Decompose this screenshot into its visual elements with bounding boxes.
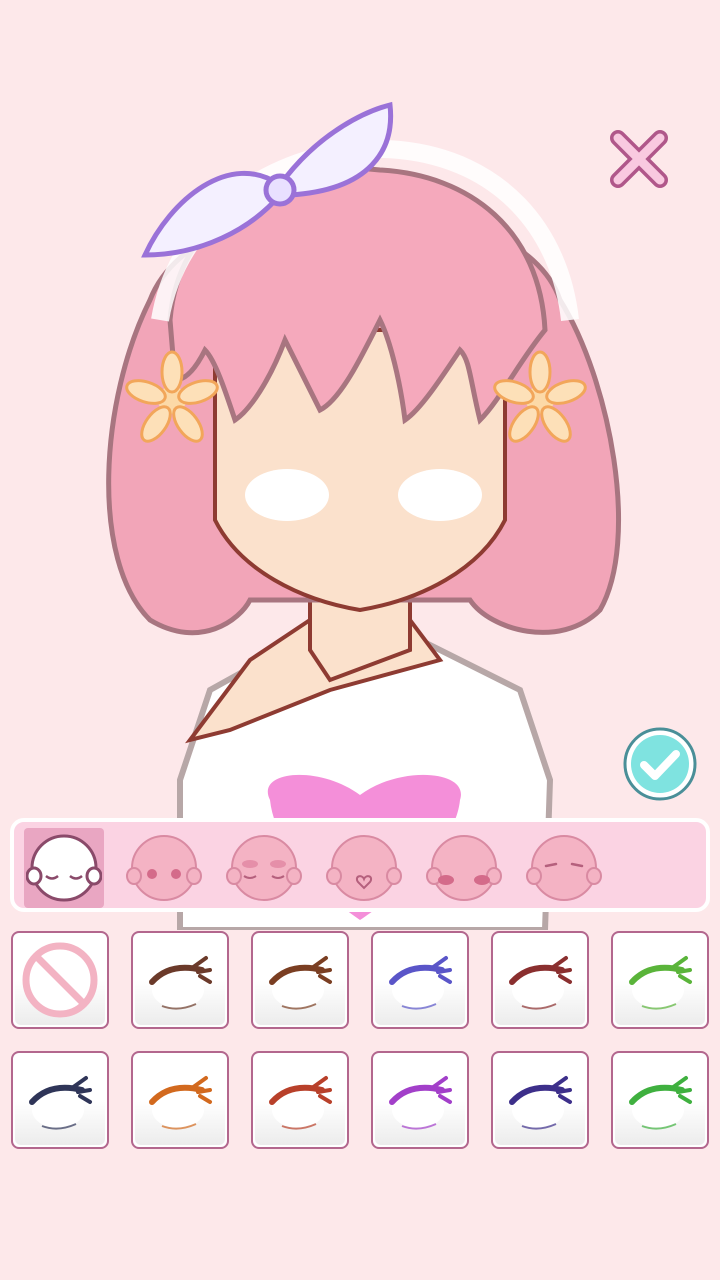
- category-mouth-tab[interactable]: [324, 828, 404, 908]
- eye-style-option[interactable]: [131, 931, 229, 1029]
- avatar-right-eye-socket: [398, 469, 482, 521]
- face-category-bar: [10, 818, 710, 912]
- close-button[interactable]: [606, 126, 672, 192]
- avatar-editor-screen: [0, 0, 720, 1280]
- avatar-left-eye-socket: [245, 469, 329, 521]
- none-icon: [22, 942, 98, 1018]
- eye-style-option[interactable]: [251, 1051, 349, 1149]
- eyelash-icon: [149, 1076, 212, 1130]
- face-mouth-icon: [326, 835, 402, 901]
- face-cheeks-icon: [426, 835, 502, 901]
- face-closed-eyes-icon: [26, 834, 102, 902]
- face-brows-icon: [526, 835, 602, 901]
- category-eyelids-tab[interactable]: [224, 828, 304, 908]
- eyelash-icon: [269, 956, 332, 1010]
- category-brows-tab[interactable]: [524, 828, 604, 908]
- category-eyes-tab[interactable]: [24, 828, 104, 908]
- category-cheeks-tab[interactable]: [424, 828, 504, 908]
- eye-style-option[interactable]: [251, 931, 349, 1029]
- eyelash-icon: [629, 1076, 692, 1130]
- eyelash-icon: [29, 1076, 92, 1130]
- eye-style-option[interactable]: [371, 931, 469, 1029]
- eyelash-icon: [509, 1076, 572, 1130]
- confirm-button[interactable]: [622, 726, 698, 802]
- close-x-icon: [610, 130, 668, 188]
- checkmark-icon: [623, 727, 697, 801]
- eye-style-option[interactable]: [611, 931, 709, 1029]
- eyelash-icon: [389, 1076, 452, 1130]
- no-eyes-option[interactable]: [11, 931, 109, 1029]
- eye-style-option[interactable]: [131, 1051, 229, 1149]
- eye-style-option[interactable]: [611, 1051, 709, 1149]
- eye-style-option[interactable]: [11, 1051, 109, 1149]
- eye-style-option[interactable]: [491, 1051, 589, 1149]
- category-blush-tab[interactable]: [124, 828, 204, 908]
- eyelash-icon: [509, 956, 572, 1010]
- face-eyelids-icon: [226, 835, 302, 901]
- eye-style-option[interactable]: [371, 1051, 469, 1149]
- eyelash-icon: [629, 956, 692, 1010]
- eyelash-icon: [269, 1076, 332, 1130]
- eyelash-icon: [149, 956, 212, 1010]
- eyelash-icon: [389, 956, 452, 1010]
- eye-style-option[interactable]: [491, 931, 589, 1029]
- face-blush-icon: [126, 835, 202, 901]
